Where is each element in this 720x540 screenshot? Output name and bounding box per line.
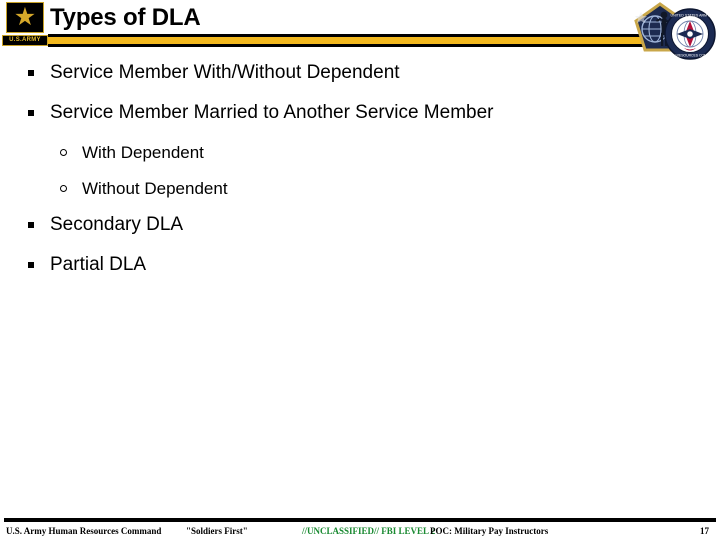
slide-header: ★ U.S.ARMY Types of DLA UNITED STATES AR… bbox=[0, 0, 720, 62]
bullet-text: Partial DLA bbox=[50, 254, 147, 275]
square-bullet-icon bbox=[28, 102, 50, 124]
sub-bullet-item: With Dependent bbox=[0, 142, 720, 163]
human-resources-command-seal-icon: UNITED STATES ARMY HUMAN RESOURCES COMMA… bbox=[664, 8, 716, 60]
sub-bullet-text: Without Dependent bbox=[82, 179, 228, 198]
footer-divider bbox=[4, 518, 716, 522]
bullet-text: Service Member Married to Another Servic… bbox=[50, 102, 494, 123]
title-gold-rule bbox=[48, 34, 648, 47]
bullet-item: Secondary DLA bbox=[0, 214, 720, 236]
bullet-item: Service Member Married to Another Servic… bbox=[0, 102, 720, 124]
bullet-text: Service Member With/Without Dependent bbox=[50, 62, 400, 83]
sub-bullet-item: Without Dependent bbox=[0, 178, 720, 199]
footer-classification-marking: //UNCLASSIFIED// FBI LEVEL 2 bbox=[302, 526, 436, 536]
svg-text:HUMAN RESOURCES COMMAND: HUMAN RESOURCES COMMAND bbox=[664, 54, 716, 58]
circle-bullet-icon bbox=[60, 178, 82, 199]
svg-text:UNITED STATES ARMY: UNITED STATES ARMY bbox=[670, 14, 710, 18]
sub-bullet-text: With Dependent bbox=[82, 143, 204, 162]
star-glyph: ★ bbox=[13, 2, 37, 31]
army-star-icon: ★ bbox=[6, 2, 44, 33]
square-bullet-icon bbox=[28, 214, 50, 236]
slide-footer: U.S. Army Human Resources Command "Soldi… bbox=[0, 524, 720, 540]
page-title: Types of DLA bbox=[50, 4, 201, 31]
square-bullet-icon bbox=[28, 62, 50, 84]
army-star-logo: ★ U.S.ARMY bbox=[2, 2, 48, 48]
footer-page-number: 17 bbox=[700, 526, 709, 536]
footer-motto: "Soldiers First" bbox=[186, 526, 248, 536]
square-bullet-icon bbox=[28, 254, 50, 276]
footer-poc: POC: Military Pay Instructors bbox=[430, 526, 549, 536]
army-wordmark: U.S.ARMY bbox=[2, 35, 48, 46]
bullet-text: Secondary DLA bbox=[50, 214, 184, 235]
circle-bullet-icon bbox=[60, 142, 82, 163]
footer-organization: U.S. Army Human Resources Command bbox=[6, 526, 162, 536]
slide-body: Service Member With/Without Dependent Se… bbox=[0, 62, 720, 294]
bullet-item: Partial DLA bbox=[0, 254, 720, 276]
bullet-item: Service Member With/Without Dependent bbox=[0, 62, 720, 84]
